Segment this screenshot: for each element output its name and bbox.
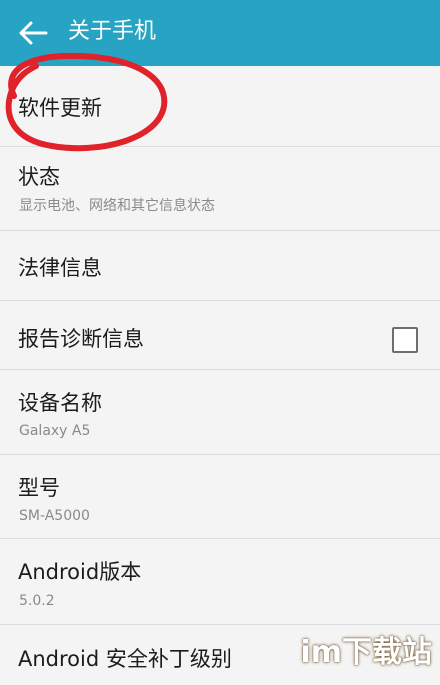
list-item-subtitle: 显示电池、网络和其它信息状态 bbox=[19, 198, 215, 214]
list-item-label: Android 安全补丁级别 bbox=[18, 647, 232, 671]
list-item-label: 型号 bbox=[18, 476, 60, 500]
watermark-logo: im下载站 bbox=[300, 635, 432, 670]
list-item-status[interactable]: 状态 显示电池、网络和其它信息状态 bbox=[0, 147, 440, 231]
list-item-model[interactable]: 型号 SM-A5000 bbox=[0, 455, 440, 539]
list-item-label: Android版本 bbox=[18, 560, 142, 584]
list-item-label: 法律信息 bbox=[18, 256, 102, 280]
list-item-subtitle: SM-A5000 bbox=[19, 508, 90, 524]
settings-list: 软件更新 状态 显示电池、网络和其它信息状态 法律信息 报告诊断信息 设备名称 … bbox=[0, 66, 440, 685]
diagnostic-checkbox[interactable] bbox=[392, 327, 418, 353]
list-item-subtitle: 5.0.2 bbox=[19, 593, 55, 609]
page-title: 关于手机 bbox=[68, 19, 157, 44]
arrow-left-icon[interactable] bbox=[18, 19, 48, 47]
app-bar: 关于手机 bbox=[0, 0, 440, 66]
list-item-android-version[interactable]: Android版本 5.0.2 bbox=[0, 539, 440, 625]
list-item-diagnostic-report[interactable]: 报告诊断信息 bbox=[0, 301, 440, 370]
list-item-legal-info[interactable]: 法律信息 bbox=[0, 231, 440, 301]
list-item-subtitle: Galaxy A5 bbox=[19, 423, 91, 439]
list-item-software-update[interactable]: 软件更新 bbox=[0, 66, 440, 147]
list-item-label: 报告诊断信息 bbox=[18, 327, 144, 351]
list-item-label: 设备名称 bbox=[18, 391, 102, 415]
list-item-label: 状态 bbox=[18, 165, 60, 189]
list-item-device-name[interactable]: 设备名称 Galaxy A5 bbox=[0, 370, 440, 455]
list-item-label: 软件更新 bbox=[18, 96, 102, 120]
